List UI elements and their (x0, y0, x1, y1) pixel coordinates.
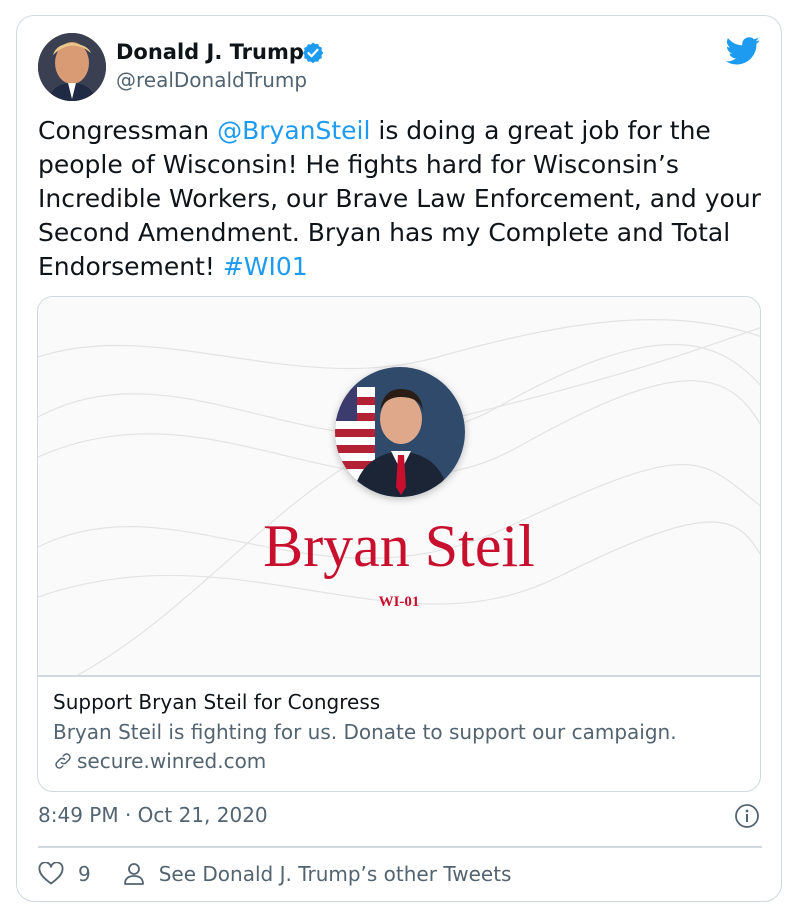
tweet-timestamp[interactable]: 8:49 PM · Oct 21, 2020 (38, 803, 268, 827)
heart-icon[interactable] (38, 862, 64, 886)
author-name[interactable]: Donald J. Trump (116, 40, 304, 64)
link-title[interactable]: Support Bryan Steil for Congress (53, 690, 380, 714)
tweet-text-part: Congressman (38, 116, 218, 145)
person-icon[interactable] (123, 862, 145, 886)
tweet-text: Congressman @BryanSteil is doing a great… (38, 114, 768, 284)
info-icon[interactable] (734, 803, 760, 829)
author-handle[interactable]: @realDonaldTrump (116, 68, 307, 92)
see-other-tweets-link[interactable]: See Donald J. Trump’s other Tweets (159, 862, 512, 886)
preview-district: WI-01 (378, 594, 420, 610)
twitter-bird-icon[interactable] (726, 36, 760, 66)
hashtag-link[interactable]: #WI01 (223, 252, 308, 281)
link-domain-text: secure.winred.com (77, 749, 267, 773)
link-description: Bryan Steil is fighting for us. Donate t… (53, 720, 677, 744)
tweet-actions: 9 See Donald J. Trump’s other Tweets (38, 860, 511, 888)
link-domain[interactable]: secure.winred.com (53, 749, 266, 773)
link-preview-image[interactable]: Bryan Steil WI-01 (38, 297, 760, 675)
like-count[interactable]: 9 (78, 862, 91, 886)
link-icon (55, 753, 71, 769)
footer-divider (38, 846, 762, 848)
card-divider (38, 675, 760, 677)
verified-badge-icon (302, 42, 324, 64)
preview-candidate-name: Bryan Steil (263, 513, 535, 579)
author-avatar[interactable] (38, 33, 106, 101)
link-preview-card[interactable]: Bryan Steil WI-01 Support Bryan Steil fo… (37, 296, 761, 792)
candidate-portrait (335, 367, 465, 497)
mention-link[interactable]: @BryanSteil (217, 116, 370, 145)
